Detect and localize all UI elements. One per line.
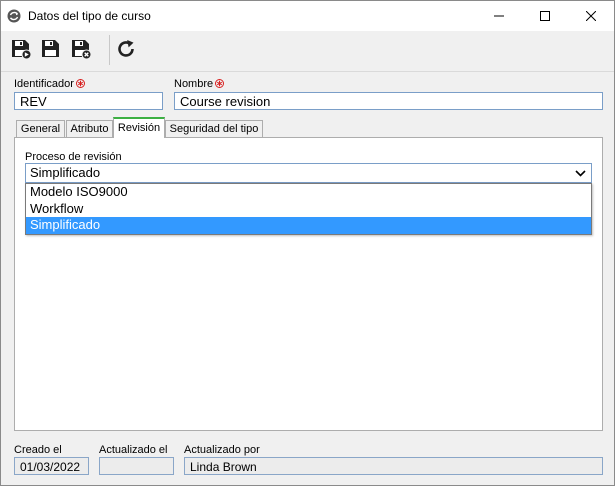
title-bar[interactable]: Datos del tipo de curso [1, 1, 614, 31]
save-and-new-button[interactable] [9, 37, 33, 61]
created-date-field: 01/03/2022 [14, 457, 89, 475]
window-title: Datos del tipo de curso [28, 9, 151, 23]
close-button[interactable] [568, 1, 614, 31]
revision-process-value: Simplificado [30, 165, 101, 180]
minimize-button[interactable] [476, 1, 522, 31]
updated-by-field: Linda Brown [184, 457, 603, 475]
updated-by-label: Actualizado por [184, 444, 260, 456]
revision-process-select[interactable]: Simplificado [25, 163, 592, 183]
name-field[interactable]: Course revision [174, 92, 603, 110]
save-and-new-icon [12, 40, 32, 60]
minimize-icon [494, 15, 504, 17]
tab-seguridad-del-tipo[interactable]: Seguridad del tipo [165, 120, 263, 137]
maximize-button[interactable] [522, 1, 568, 31]
identifier-label: Identificador [14, 78, 85, 90]
save-icon [42, 40, 59, 57]
tab-general[interactable]: General [16, 120, 65, 137]
dialog-window: Datos del tipo de curso Identificador RE… [0, 0, 615, 486]
revision-process-label: Proceso de revisión [25, 151, 122, 163]
save-and-close-button[interactable] [69, 37, 93, 61]
tab-atributo[interactable]: Atributo [66, 120, 113, 137]
save-and-close-icon [72, 40, 92, 60]
identifier-field[interactable]: REV [14, 92, 163, 110]
refresh-icon [118, 40, 134, 57]
refresh-button[interactable] [114, 37, 138, 61]
toolbar-separator [109, 35, 110, 65]
required-asterisk-icon [215, 79, 225, 88]
revision-process-dropdown: Modelo ISO9000 Workflow Simplificado [25, 183, 592, 235]
save-button[interactable] [39, 37, 63, 61]
close-icon [586, 11, 596, 21]
toolbar [1, 31, 614, 72]
dropdown-option-simplificado[interactable]: Simplificado [26, 217, 591, 234]
dropdown-option-workflow[interactable]: Workflow [26, 201, 591, 218]
name-label: Nombre [174, 78, 225, 90]
maximize-icon [540, 11, 550, 21]
updated-label: Actualizado el [99, 444, 168, 456]
dropdown-option-modelo-iso9000[interactable]: Modelo ISO9000 [26, 184, 591, 201]
created-label: Creado el [14, 444, 62, 456]
tab-revision[interactable]: Revisión [113, 117, 165, 138]
app-icon [7, 9, 21, 23]
updated-date-field [99, 457, 174, 475]
required-asterisk-icon [75, 79, 85, 88]
chevron-down-icon [575, 170, 586, 177]
